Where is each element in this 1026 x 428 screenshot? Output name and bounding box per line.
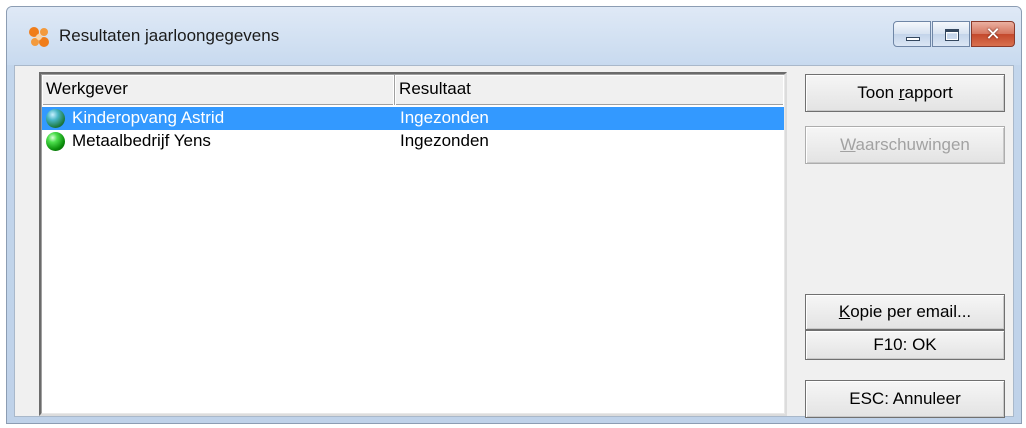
dialog-window: Resultaten jaarloongegevens ✕ Werkgever … — [6, 6, 1022, 424]
maximize-icon — [945, 29, 959, 41]
werkgever-cell: Kinderopvang Astrid — [72, 108, 225, 127]
kopie-per-email-button[interactable]: Kopie per email... — [805, 294, 1005, 330]
green-ball-icon — [46, 109, 65, 128]
app-icon — [29, 27, 49, 47]
green-ball-icon — [46, 132, 65, 151]
close-button[interactable]: ✕ — [971, 21, 1015, 47]
minimize-button[interactable] — [893, 21, 931, 47]
esc-annuleer-button[interactable]: ESC: Annuleer — [805, 380, 1005, 418]
toon-rapport-button[interactable]: Toon rapport — [805, 74, 1005, 112]
resultaat-cell: Ingezonden — [400, 108, 489, 127]
waarschuwingen-button[interactable]: Waarschuwingen — [805, 126, 1005, 164]
title-bar[interactable]: Resultaten jaarloongegevens ✕ — [7, 7, 1021, 65]
column-header-resultaat[interactable]: Resultaat — [395, 75, 784, 105]
list-row[interactable]: Metaalbedrijf Yens Ingezonden — [42, 130, 784, 153]
caption-buttons: ✕ — [892, 21, 1015, 49]
resultaat-cell: Ingezonden — [400, 131, 489, 150]
column-header-werkgever[interactable]: Werkgever — [42, 75, 396, 105]
maximize-button[interactable] — [932, 21, 970, 47]
dialog-client-area: Werkgever Resultaat Kinderopvang Astrid … — [14, 65, 1014, 418]
list-row[interactable]: Kinderopvang Astrid Ingezonden — [42, 107, 784, 130]
list-rows: Kinderopvang Astrid Ingezonden Metaalbed… — [42, 107, 784, 153]
window-title: Resultaten jaarloongegevens — [59, 26, 280, 45]
minimize-icon — [906, 37, 920, 41]
close-icon: ✕ — [985, 24, 1001, 44]
f10-ok-button[interactable]: F10: OK — [805, 330, 1005, 360]
list-header: Werkgever Resultaat — [42, 75, 784, 105]
werkgever-cell: Metaalbedrijf Yens — [72, 131, 211, 150]
results-list[interactable]: Werkgever Resultaat Kinderopvang Astrid … — [39, 72, 787, 416]
